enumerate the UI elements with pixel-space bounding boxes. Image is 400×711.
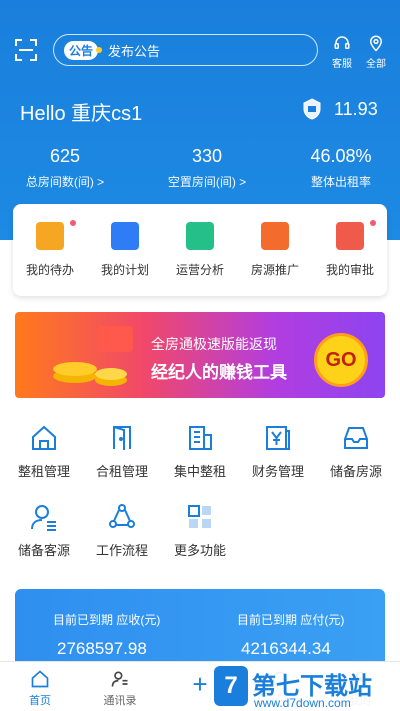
yen-icon (266, 426, 290, 450)
stat-vacant-rooms[interactable]: 330 空置房间(间) > (142, 146, 272, 190)
banner-line2: 经纪人的赚钱工具 (151, 363, 287, 382)
workflow-icon (109, 504, 135, 528)
func-label: 更多功能 (173, 543, 226, 558)
stat-value: 330 (191, 146, 223, 166)
stamp-icon (336, 222, 364, 250)
banner-line1: 全房通极速版能返现 (151, 336, 277, 352)
func-reserve-clients[interactable]: 储备客源 (4, 502, 84, 559)
quick-analysis[interactable]: 运营分析 (163, 222, 237, 278)
stat-label: 总房间数(间) > (25, 175, 105, 189)
func-whole-rent[interactable]: 整租管理 (4, 423, 84, 480)
func-label: 财务管理 (251, 464, 304, 479)
func-label: 储备房源 (329, 464, 382, 479)
quick-label: 我的计划 (100, 263, 149, 277)
plan-icon (111, 222, 139, 250)
func-finance[interactable]: 财务管理 (238, 423, 318, 480)
grid-icon (188, 505, 211, 528)
func-more[interactable]: 更多功能 (160, 502, 240, 559)
notice-text: 发布公告 (108, 43, 161, 59)
region-button[interactable]: 全部 (358, 34, 394, 70)
stat-value: 625 (49, 146, 81, 166)
person-icon (31, 505, 56, 531)
chart-icon (186, 222, 214, 250)
due-amounts-card[interactable]: 目前已到期 应收(元) 2768597.98 目前已到期 应付(元) 42163… (15, 589, 385, 669)
func-label: 整租管理 (17, 464, 70, 479)
quick-plan[interactable]: 我的计划 (88, 222, 162, 278)
func-label: 合租管理 (95, 464, 148, 479)
house-icon (32, 425, 56, 450)
stat-label: 空置房间(间) > (167, 175, 247, 189)
quick-label: 房源推广 (250, 263, 299, 277)
contacts-icon (111, 671, 128, 687)
quick-actions-card: 我的待办 我的计划 运营分析 房源推广 我的审批 (13, 204, 387, 296)
tab-label: 首页 (29, 695, 51, 707)
func-centralized[interactable]: 集中整租 (160, 423, 240, 480)
inbox-icon (344, 427, 368, 449)
todo-badge-dot (70, 220, 76, 226)
banner-go-button[interactable]: GO (314, 333, 368, 387)
customer-service-button[interactable]: 客服 (324, 34, 360, 70)
region-label: 全部 (366, 59, 386, 70)
megaphone-icon (261, 222, 289, 250)
quick-promotion[interactable]: 房源推广 (238, 222, 312, 278)
stat-total-rooms[interactable]: 625 总房间数(间) > (0, 146, 130, 190)
door-icon (113, 426, 131, 450)
payable-value: 4216344.34 (241, 639, 331, 658)
receivable-label: 目前已到期 应收(元) (53, 613, 161, 627)
watermark-logo: 7 (214, 666, 248, 706)
stat-label: 整体出租率 (310, 175, 371, 189)
watermark: 7 第七下载站 www.d7down.com (214, 664, 400, 711)
payable-label: 目前已到期 应付(元) (237, 613, 345, 627)
stat-value: 46.08% (310, 146, 372, 166)
promo-banner[interactable]: 全房通极速版能返现 经纪人的赚钱工具 GO (15, 312, 385, 398)
receivable-value: 2768597.98 (57, 639, 147, 658)
greeting: Hello 重庆cs1 (20, 103, 143, 125)
notice-bar[interactable]: 公告 发布公告 (53, 34, 318, 66)
func-shared-rent[interactable]: 合租管理 (82, 423, 162, 480)
todo-icon (36, 222, 64, 250)
stat-occupancy-rate: 46.08% 整体出租率 (276, 146, 400, 190)
quick-approval[interactable]: 我的审批 (313, 222, 387, 278)
func-label: 集中整租 (173, 464, 226, 479)
tab-home[interactable]: 首页 (10, 669, 70, 708)
quick-todo[interactable]: 我的待办 (13, 222, 87, 278)
quick-label: 我的待办 (25, 263, 74, 277)
score-value: 11.93 (334, 99, 378, 119)
location-pin-icon (369, 35, 383, 52)
func-label: 储备客源 (17, 543, 70, 558)
scan-icon[interactable] (14, 38, 38, 62)
add-button[interactable]: + (186, 671, 214, 699)
building-icon (189, 426, 212, 450)
tab-label: 通讯录 (103, 695, 137, 707)
notice-tag: 公告 (64, 40, 103, 60)
watermark-url: www.d7down.com (254, 696, 351, 710)
func-workflow[interactable]: 工作流程 (82, 502, 162, 559)
coins-icon (53, 326, 133, 386)
home-icon (31, 670, 49, 688)
quick-label: 运营分析 (175, 263, 224, 277)
customer-service-label: 客服 (332, 59, 352, 70)
headset-icon (334, 36, 350, 49)
tab-contacts[interactable]: 通讯录 (90, 669, 150, 708)
func-reserve-listings[interactable]: 储备房源 (316, 423, 396, 480)
quick-label: 我的审批 (325, 263, 374, 277)
medal-icon (303, 98, 321, 120)
func-label: 工作流程 (95, 543, 148, 558)
approval-badge-dot (370, 220, 376, 226)
